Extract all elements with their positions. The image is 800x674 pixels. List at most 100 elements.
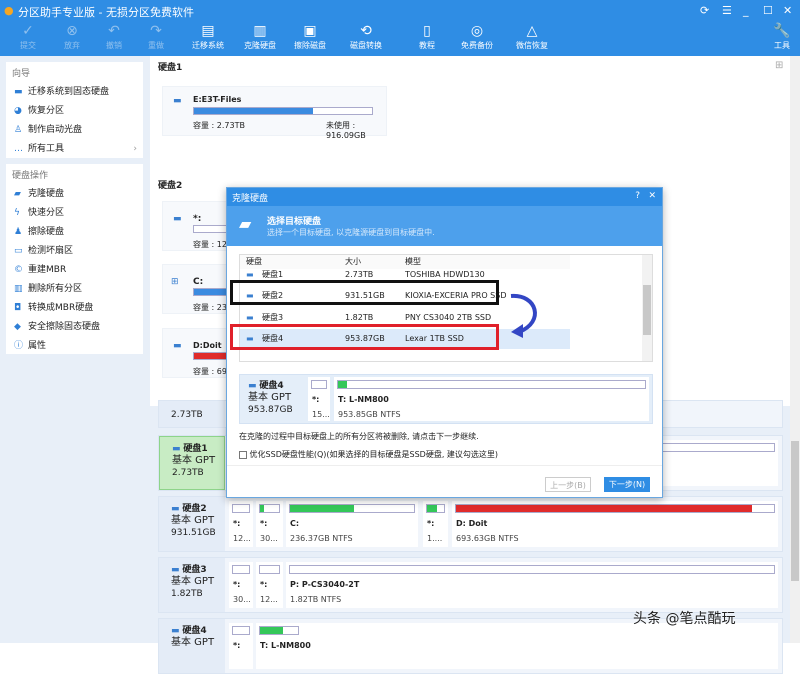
sidebar-item-recover[interactable]: ◕恢复分区 (6, 102, 143, 121)
drive-icon: ▬ (173, 96, 182, 106)
disk-icon: ▬ (248, 381, 257, 391)
wipe-icon: ▣ (288, 22, 332, 40)
disk-row-2[interactable]: ▬ 硬盘2基本 GPT931.51GB *:12... *:30... C:23… (158, 496, 783, 552)
lightning-icon: ϟ (14, 204, 28, 223)
redo-button[interactable]: ↷重做 (134, 22, 178, 51)
disk-ops-title: 硬盘操作 (6, 164, 143, 185)
eraser-icon: ◆ (14, 318, 28, 337)
warning-text: 在克隆的过程中目标硬盘上的所有分区将被删除, 请点击下一步继续. (239, 431, 479, 442)
scrollbar-thumb[interactable] (791, 441, 799, 581)
partition-d[interactable]: D: Doit693.63GB NTFS (452, 501, 778, 547)
tools-button[interactable]: 🔧工具 (760, 22, 800, 51)
arrow-annotation-icon (507, 292, 547, 342)
disk2-header: 硬盘2 (158, 178, 182, 191)
sidebar-item-properties[interactable]: ⓘ属性 (6, 337, 143, 356)
partition-p[interactable]: P: P-CS3040-2T1.82TB NTFS (286, 562, 778, 608)
disk-convert-button[interactable]: ⟲磁盘转换 (344, 22, 388, 51)
clone-disk-button[interactable]: ▥克隆硬盘 (238, 22, 282, 51)
list-scrollbar-thumb[interactable] (643, 285, 651, 335)
undo-button[interactable]: ↶撤销 (92, 22, 136, 51)
submit-button[interactable]: ✓提交 (6, 22, 50, 51)
toolbar: ✓提交 ⊗放弃 ↶撤销 ↷重做 ▤迁移系统 ▥克隆硬盘 ▣擦除磁盘 ⟲磁盘转换 … (0, 22, 800, 56)
check-icon: ✓ (6, 22, 50, 40)
sidebar-item-convert-mbr[interactable]: ◘转换成MBR硬盘 (6, 299, 143, 318)
wechat-recover-button[interactable]: △微信恢复 (510, 22, 554, 51)
disk-ops-panel: 硬盘操作 ▰克隆硬盘 ϟ快速分区 ♟擦除硬盘 ▭检测坏扇区 ©重建MBR ▥删除… (6, 164, 143, 354)
pie-icon: ◕ (14, 102, 28, 121)
sidebar-item-rebuild-mbr[interactable]: ©重建MBR (6, 261, 143, 280)
title-bar: ● 分区助手专业版 - 无损分区免费软件 ⟳ ☰ _ ☐ ✕ (0, 0, 800, 22)
user-icon: ♙ (14, 121, 28, 140)
wizard-panel: 向导 ▬迁移系统到固态硬盘 ◕恢复分区 ♙制作启动光盘 …所有工具› (6, 62, 143, 158)
convert-icon: ◘ (14, 299, 28, 318)
trash-icon: ▥ (14, 280, 28, 299)
sidebar-item-all-tools[interactable]: …所有工具› (6, 140, 143, 159)
partition[interactable]: *:12... (229, 501, 253, 547)
windows-icon: ⊞ (171, 277, 179, 287)
help-icon[interactable]: ? (635, 191, 640, 201)
book-icon: ▯ (405, 22, 449, 40)
dialog-close-button[interactable]: ✕ (648, 191, 656, 201)
undo-icon: ↶ (92, 22, 136, 40)
close-button[interactable]: ✕ (783, 4, 792, 17)
partition[interactable]: *:30... (229, 562, 253, 608)
sidebar-item-bootdisk[interactable]: ♙制作启动光盘 (6, 121, 143, 140)
wipe-disk-button[interactable]: ▣擦除磁盘 (288, 22, 332, 51)
disk-icon: ▬ (172, 444, 181, 454)
brush-icon: ♟ (14, 223, 28, 242)
next-button[interactable]: 下一步(N) (604, 477, 650, 492)
chevron-right-icon: › (133, 140, 137, 159)
watermark: 头条 @笔点酷玩 (633, 608, 735, 628)
sidebar-item-delete-all[interactable]: ▥删除所有分区 (6, 280, 143, 299)
sidebar: 向导 ▬迁移系统到固态硬盘 ◕恢复分区 ♙制作启动光盘 …所有工具› 硬盘操作 … (0, 56, 150, 643)
app-logo-icon: ● (4, 4, 14, 17)
drive-icon: ▬ (173, 341, 182, 351)
sidebar-item-migrate[interactable]: ▬迁移系统到固态硬盘 (6, 83, 143, 102)
disk-icon: ▬ (171, 565, 180, 575)
sidebar-item-clone[interactable]: ▰克隆硬盘 (6, 185, 143, 204)
list-scrollbar[interactable] (642, 255, 652, 361)
source-highlight-box (230, 280, 499, 305)
sidebar-item-secure-erase[interactable]: ◆安全擦除固态硬盘 (6, 318, 143, 337)
target-disk-preview: ▬ 硬盘4基本 GPT953.87GB *:15... T: L-NM80095… (239, 374, 653, 424)
back-button[interactable]: 上一步(B) (545, 477, 591, 492)
checkbox-icon[interactable] (239, 451, 247, 459)
grid-view-icon[interactable]: ⊞ (775, 60, 783, 71)
partition-c[interactable]: C:236.37GB NTFS (286, 501, 418, 547)
migrate-os-button[interactable]: ▤迁移系统 (186, 22, 230, 51)
menu-icon[interactable]: ☰ (722, 4, 732, 17)
clone-icon: ▥ (238, 22, 282, 40)
clone-disk-dialog: 克隆硬盘 ? ✕ ▰ 选择目标硬盘 选择一个目标硬盘, 以克隆源硬盘到目标硬盘中… (226, 187, 663, 498)
partition-t[interactable]: T: L-NM800 (256, 623, 778, 669)
partition[interactable]: *:1.... (423, 501, 448, 547)
rebuild-icon: © (14, 261, 28, 280)
info-icon: ⓘ (14, 337, 28, 356)
sidebar-item-quick-partition[interactable]: ϟ快速分区 (6, 204, 143, 223)
minimize-button[interactable]: _ (743, 4, 749, 17)
sidebar-item-bad-sector[interactable]: ▭检测坏扇区 (6, 242, 143, 261)
scan-icon: ▭ (14, 242, 28, 261)
free-backup-button[interactable]: ◎免费备份 (455, 22, 499, 51)
monitor-icon: ▬ (14, 83, 28, 102)
main-scrollbar[interactable] (790, 56, 800, 643)
migrate-icon: ▤ (186, 22, 230, 40)
partition[interactable]: *: (229, 623, 253, 669)
partition[interactable]: *:12... (256, 562, 283, 608)
usage-bar (193, 107, 373, 115)
convert-icon: ⟲ (344, 22, 388, 40)
wrench-icon: 🔧 (760, 22, 800, 40)
wizard-title: 向导 (6, 62, 143, 83)
window-title: 分区助手专业版 - 无损分区免费软件 (18, 4, 194, 20)
tutorial-button[interactable]: ▯教程 (405, 22, 449, 51)
partition[interactable]: *:30... (256, 501, 283, 547)
discard-button[interactable]: ⊗放弃 (50, 22, 94, 51)
ssd-optimize-checkbox[interactable]: 优化SSD硬盘性能(Q)(如果选择的目标硬盘是SSD硬盘, 建议勾选这里) (239, 449, 498, 460)
disk-icon: ▬ (171, 626, 180, 636)
x-circle-icon: ⊗ (50, 22, 94, 40)
sidebar-item-wipe[interactable]: ♟擦除硬盘 (6, 223, 143, 242)
refresh-icon[interactable]: ⟳ (700, 4, 709, 17)
partition-card-e[interactable]: ▬ E:E3T-Files 容量 : 2.73TB 未使用 : 916.09GB (162, 86, 387, 136)
clone-disks-icon: ▰ (239, 214, 251, 233)
disk-row-3[interactable]: ▬ 硬盘3基本 GPT1.82TB *:30... *:12... P: P-C… (158, 557, 783, 613)
maximize-button[interactable]: ☐ (763, 4, 773, 17)
